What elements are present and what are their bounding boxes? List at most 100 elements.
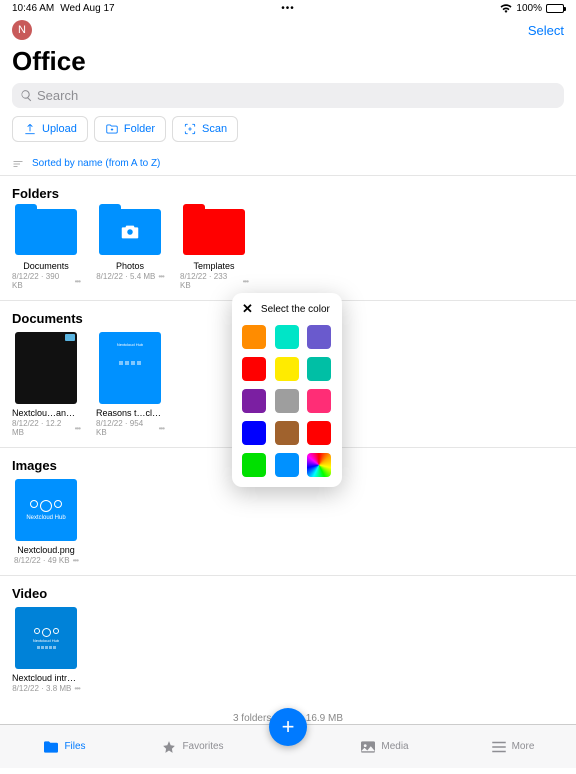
- sort-label: Sorted by name (from A to Z): [32, 158, 160, 169]
- tab-label: Media: [381, 741, 408, 752]
- sort-row[interactable]: Sorted by name (from A to Z): [0, 152, 576, 176]
- item-name: Photos: [116, 261, 144, 271]
- item-meta: 8/12/22 · 3.8 MB: [12, 684, 71, 693]
- scan-button[interactable]: Scan: [172, 116, 238, 142]
- section-title-folders: Folders: [12, 186, 564, 201]
- header: N Select: [0, 16, 576, 44]
- close-icon[interactable]: ✕: [242, 301, 253, 317]
- star-icon: [160, 740, 178, 754]
- camera-icon: [119, 221, 141, 243]
- scan-icon: [183, 122, 197, 136]
- battery-icon: [546, 4, 564, 13]
- wifi-icon: [500, 4, 512, 13]
- image-thumbnail: Nextcloud Hub: [15, 479, 77, 541]
- image-item[interactable]: Nextcloud Hub Nextcloud.png 8/12/22 · 49…: [12, 479, 80, 565]
- more-icon[interactable]: •••: [158, 272, 163, 281]
- color-swatch[interactable]: [242, 357, 266, 381]
- color-swatch[interactable]: [307, 389, 331, 413]
- color-swatch[interactable]: [307, 421, 331, 445]
- media-icon: [359, 740, 377, 754]
- upload-icon: [23, 122, 37, 136]
- video-thumbnail: Nextcloud Hub: [15, 607, 77, 669]
- item-name: Reasons t…cloud.pdf: [96, 408, 164, 418]
- section-folders: Folders Documents 8/12/22 · 390 KB••• Ph…: [0, 176, 576, 301]
- tab-files[interactable]: Files: [0, 725, 128, 768]
- folder-plus-icon: [105, 122, 119, 136]
- folder-icon: [15, 209, 77, 255]
- tab-favorites[interactable]: Favorites: [128, 725, 256, 768]
- item-name: Nextcloud intro.mp4: [12, 673, 80, 683]
- pdf-thumbnail: [15, 332, 77, 404]
- item-meta: 8/12/22 · 5.4 MB: [96, 272, 155, 281]
- document-item[interactable]: Nextcloud Hub Reasons t…cloud.pdf 8/12/2…: [96, 332, 164, 437]
- folder-icon: [183, 209, 245, 255]
- item-name: Nextcloud.png: [17, 545, 75, 555]
- sort-icon: [12, 159, 24, 169]
- item-meta: 8/12/22 · 49 KB: [14, 556, 70, 565]
- item-name: Templates: [193, 261, 234, 271]
- item-meta: 8/12/22 · 233 KB: [180, 272, 240, 290]
- item-name: Nextclou…anual.pdf: [12, 408, 80, 418]
- more-icon[interactable]: •••: [75, 277, 80, 286]
- section-title-video: Video: [12, 586, 564, 601]
- item-meta: 8/12/22 · 954 KB: [96, 419, 156, 437]
- folder-label: Folder: [124, 123, 155, 135]
- menu-icon: [490, 740, 508, 754]
- logo-text: Nextcloud Hub: [26, 515, 65, 521]
- more-icon[interactable]: •••: [75, 424, 80, 433]
- item-meta: 8/12/22 · 12.2 MB: [12, 419, 72, 437]
- item-meta: 8/12/22 · 390 KB: [12, 272, 72, 290]
- color-picker-popover: ✕ Select the color: [232, 293, 342, 487]
- color-swatch[interactable]: [242, 421, 266, 445]
- color-swatch[interactable]: [307, 357, 331, 381]
- add-button[interactable]: +: [269, 708, 307, 746]
- search-placeholder: Search: [37, 88, 78, 103]
- folder-icon: [42, 740, 60, 754]
- color-swatch[interactable]: [242, 389, 266, 413]
- popover-title: Select the color: [261, 304, 330, 315]
- status-dots: •••: [281, 3, 295, 14]
- search-input[interactable]: Search: [12, 83, 564, 108]
- color-grid: [242, 325, 332, 477]
- folder-icon: [99, 209, 161, 255]
- color-swatch[interactable]: [275, 389, 299, 413]
- color-swatch-custom[interactable]: [307, 453, 331, 477]
- section-video: Video Nextcloud Hub Nextcloud intro.mp4 …: [0, 576, 576, 703]
- status-bar: 10:46 AM Wed Aug 17 ••• 100%: [0, 0, 576, 16]
- video-item[interactable]: Nextcloud Hub Nextcloud intro.mp4 8/12/2…: [12, 607, 80, 693]
- color-swatch[interactable]: [242, 453, 266, 477]
- more-icon[interactable]: •••: [73, 556, 78, 565]
- folder-item[interactable]: Photos 8/12/22 · 5.4 MB•••: [96, 207, 164, 290]
- folder-button[interactable]: Folder: [94, 116, 166, 142]
- tab-label: Favorites: [182, 741, 223, 752]
- tab-label: Files: [64, 741, 85, 752]
- folder-item[interactable]: Templates 8/12/22 · 233 KB•••: [180, 207, 248, 290]
- upload-label: Upload: [42, 123, 77, 135]
- color-swatch[interactable]: [307, 325, 331, 349]
- pdf-thumbnail: Nextcloud Hub: [99, 332, 161, 404]
- color-swatch[interactable]: [275, 325, 299, 349]
- color-swatch[interactable]: [242, 325, 266, 349]
- tab-media[interactable]: Media: [320, 725, 448, 768]
- tab-label: More: [512, 741, 535, 752]
- scan-label: Scan: [202, 123, 227, 135]
- more-icon[interactable]: •••: [74, 684, 79, 693]
- search-icon: [20, 89, 33, 102]
- color-swatch[interactable]: [275, 421, 299, 445]
- select-button[interactable]: Select: [528, 23, 564, 38]
- folder-item[interactable]: Documents 8/12/22 · 390 KB•••: [12, 207, 80, 290]
- color-swatch[interactable]: [275, 357, 299, 381]
- upload-button[interactable]: Upload: [12, 116, 88, 142]
- more-icon[interactable]: •••: [243, 277, 248, 286]
- document-item[interactable]: Nextclou…anual.pdf 8/12/22 · 12.2 MB•••: [12, 332, 80, 437]
- avatar[interactable]: N: [12, 20, 32, 40]
- more-icon[interactable]: •••: [159, 424, 164, 433]
- item-name: Documents: [23, 261, 69, 271]
- tab-more[interactable]: More: [448, 725, 576, 768]
- battery-percent: 100%: [516, 3, 542, 14]
- action-row: Upload Folder Scan: [0, 116, 576, 152]
- status-date: Wed Aug 17: [60, 3, 114, 14]
- page-title: Office: [0, 44, 576, 83]
- color-swatch[interactable]: [275, 453, 299, 477]
- nextcloud-logo-icon: [30, 500, 62, 512]
